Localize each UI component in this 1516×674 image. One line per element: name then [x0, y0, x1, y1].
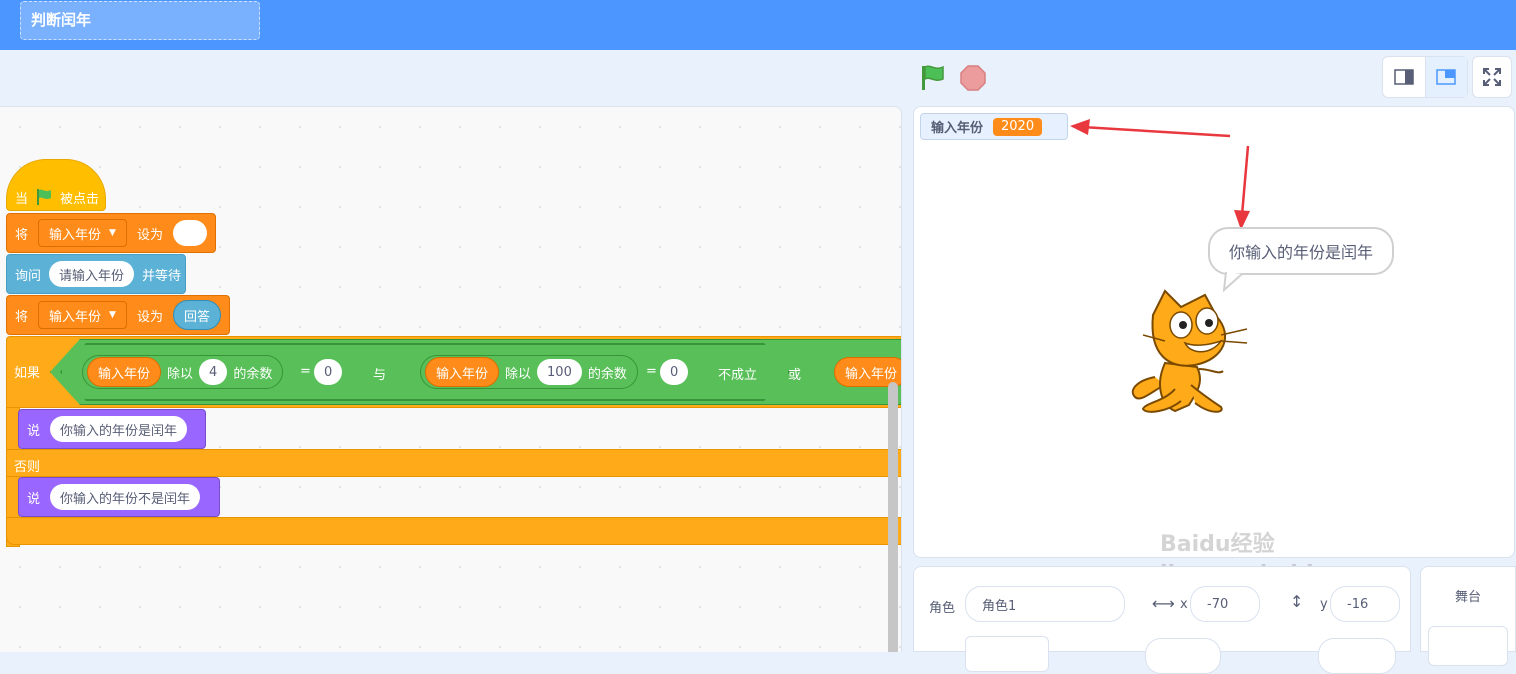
- large-stage-button[interactable]: [1425, 57, 1467, 97]
- say-block[interactable]: 说 你输入的年份是闰年: [18, 409, 206, 449]
- when-flag-clicked-block[interactable]: 当 被点击: [6, 159, 106, 211]
- value-input[interactable]: [172, 220, 207, 246]
- annotation-arrows: [1070, 119, 1250, 230]
- if-label: 如果: [14, 366, 41, 381]
- ask-and-wait-block[interactable]: 询问 请输入年份 并等待: [6, 254, 186, 294]
- equals-label: =: [646, 364, 657, 379]
- x-position-input[interactable]: -70: [1190, 586, 1260, 622]
- say-block[interactable]: 说 你输入的年份不是闰年: [18, 477, 220, 517]
- sprite-name-input[interactable]: 角色1: [965, 586, 1125, 622]
- or-label: 或: [788, 368, 802, 383]
- ask-prompt-input[interactable]: 请输入年份: [49, 261, 135, 287]
- mod-value-input[interactable]: 100: [537, 359, 582, 385]
- when-label: 当: [15, 191, 29, 207]
- clicked-label: 被点击: [60, 191, 100, 207]
- large-stage-icon: [1436, 69, 1456, 85]
- variable-monitor[interactable]: 输入年份 2020: [920, 113, 1068, 140]
- y-position-input[interactable]: -16: [1330, 586, 1400, 622]
- variable-name: 输入年份: [49, 227, 102, 243]
- else-label: 否则: [14, 460, 41, 475]
- say-text-input[interactable]: 你输入的年份是闰年: [50, 416, 188, 442]
- and-label: 与: [373, 368, 387, 383]
- x-arrow-icon: ⟷: [1152, 594, 1175, 613]
- answer-reporter[interactable]: 回答: [172, 300, 221, 330]
- small-stage-icon: [1394, 69, 1414, 85]
- mod-4-expression[interactable]: 输入年份 除以 4 的余数: [82, 355, 284, 389]
- equals-value-input[interactable]: 0: [314, 359, 343, 385]
- size-input[interactable]: [1145, 638, 1221, 674]
- stage-header: [0, 50, 1516, 106]
- if-else-bottom: [6, 517, 901, 545]
- remainder-label: 的余数: [587, 366, 627, 382]
- set-variable-block[interactable]: 将 输入年份 ▼ 设为: [6, 213, 216, 253]
- vertical-scrollbar[interactable]: [888, 382, 898, 652]
- cat-sprite[interactable]: [1125, 285, 1255, 420]
- stage-size-toggle: [1382, 56, 1468, 98]
- equals-value-input[interactable]: 0: [660, 359, 689, 385]
- green-flag-icon: [37, 189, 52, 205]
- variable-dropdown[interactable]: 输入年份 ▼: [38, 301, 127, 329]
- chevron-down-icon: ▼: [109, 310, 116, 320]
- equals-label: =: [300, 364, 311, 379]
- mod-label: 除以: [505, 366, 532, 382]
- wait-label: 并等待: [142, 268, 182, 284]
- small-stage-button[interactable]: [1383, 57, 1426, 97]
- fullscreen-icon: [1483, 68, 1501, 86]
- set-variable-answer-block[interactable]: 将 输入年份 ▼ 设为 回答: [6, 295, 230, 335]
- variable-name: 输入年份: [49, 309, 102, 325]
- say-label: 说: [27, 423, 41, 439]
- variable-reporter[interactable]: 输入年份: [425, 357, 500, 387]
- variable-dropdown[interactable]: 输入年份 ▼: [38, 219, 127, 247]
- code-workspace[interactable]: 当 被点击 将 输入年份 ▼ 设为 询问 请输入年份 并等待 将 输入年份 ▼ 设为…: [0, 106, 902, 652]
- ask-label: 询问: [15, 268, 42, 284]
- remainder-label: 的余数: [233, 366, 273, 382]
- set-label: 将: [15, 227, 29, 243]
- say-label: 说: [27, 491, 41, 507]
- mod-label: 除以: [167, 366, 194, 382]
- project-title-input[interactable]: 判断闰年: [20, 1, 260, 40]
- speech-bubble: 你输入的年份是闰年: [1208, 227, 1394, 275]
- monitor-value: 2020: [993, 117, 1043, 136]
- set-to-label: 设为: [136, 227, 163, 243]
- stage-label: 舞台: [1455, 590, 1482, 605]
- stop-icon[interactable]: [958, 63, 988, 93]
- stage-thumbnail[interactable]: [1428, 626, 1508, 666]
- set-to-label: 设为: [136, 309, 163, 325]
- mod-value-input[interactable]: 4: [199, 359, 228, 385]
- monitor-label: 输入年份: [931, 121, 984, 136]
- chevron-down-icon: ▼: [109, 228, 116, 238]
- fullscreen-button[interactable]: [1472, 56, 1512, 98]
- mod-100-expression[interactable]: 输入年份 除以 100 的余数: [420, 355, 638, 389]
- green-flag-icon[interactable]: [918, 63, 948, 93]
- else-bar: [6, 449, 901, 477]
- x-label: x: [1180, 597, 1188, 612]
- sprite-label: 角色: [929, 601, 956, 616]
- show-toggle[interactable]: [965, 636, 1049, 672]
- y-arrow-icon: ↕: [1290, 592, 1304, 611]
- set-label: 将: [15, 309, 29, 325]
- not-true-label: 不成立: [718, 368, 758, 383]
- say-text-input[interactable]: 你输入的年份不是闰年: [50, 484, 201, 510]
- direction-input[interactable]: [1318, 638, 1396, 674]
- y-label: y: [1320, 597, 1328, 612]
- variable-reporter[interactable]: 输入年份: [87, 357, 162, 387]
